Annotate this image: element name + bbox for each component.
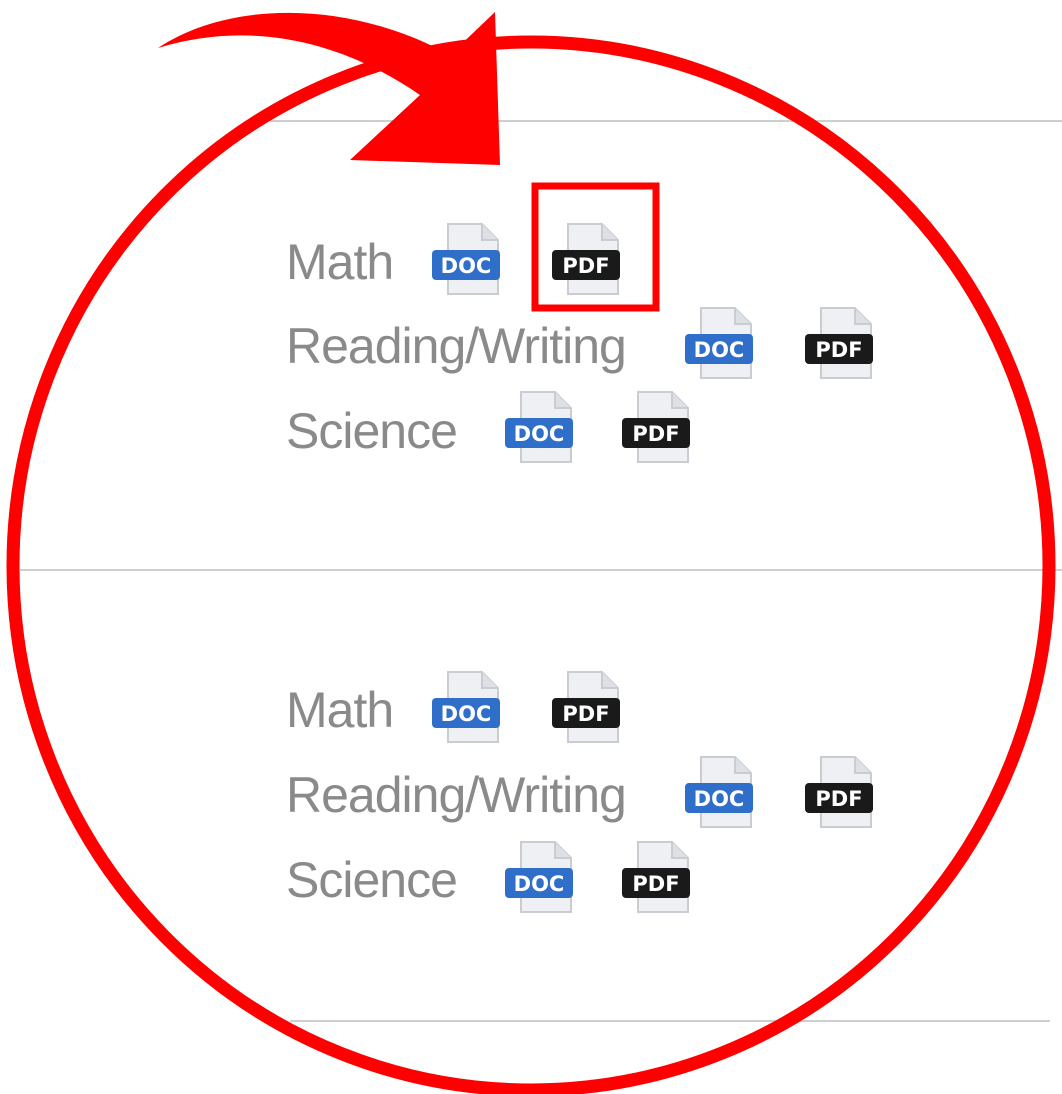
svg-text:DOC: DOC bbox=[514, 872, 565, 896]
svg-text:PDF: PDF bbox=[562, 702, 609, 726]
svg-text:DOC: DOC bbox=[441, 254, 492, 278]
doc-file-icon[interactable]: DOC bbox=[430, 668, 508, 748]
subject-row-math: Math bbox=[286, 670, 394, 750]
doc-file-icon[interactable]: DOC bbox=[683, 753, 761, 833]
svg-text:PDF: PDF bbox=[632, 872, 679, 896]
subject-label: Reading/Writing bbox=[286, 767, 627, 823]
subject-label: Math bbox=[286, 682, 394, 738]
pdf-file-icon[interactable]: PDF bbox=[803, 304, 881, 384]
subject-label: Science bbox=[286, 403, 458, 459]
subject-label: Science bbox=[286, 852, 458, 908]
svg-text:DOC: DOC bbox=[694, 787, 745, 811]
pdf-file-icon[interactable]: PDF bbox=[620, 388, 698, 468]
doc-file-icon[interactable]: DOC bbox=[683, 304, 761, 384]
pdf-file-icon[interactable]: PDF bbox=[620, 838, 698, 918]
subject-row-science: Science bbox=[286, 840, 458, 920]
section-divider bbox=[270, 120, 1062, 122]
svg-text:PDF: PDF bbox=[632, 422, 679, 446]
svg-text:DOC: DOC bbox=[441, 702, 492, 726]
section-divider bbox=[290, 1020, 1050, 1022]
svg-text:DOC: DOC bbox=[514, 422, 565, 446]
svg-text:PDF: PDF bbox=[815, 787, 862, 811]
doc-file-icon[interactable]: DOC bbox=[503, 388, 581, 468]
red-curved-arrow-icon bbox=[158, 12, 500, 165]
pdf-file-icon[interactable]: PDF bbox=[550, 220, 628, 300]
svg-text:PDF: PDF bbox=[562, 254, 609, 278]
red-circle-highlight bbox=[6, 35, 1056, 1094]
svg-text:PDF: PDF bbox=[815, 338, 862, 362]
doc-file-icon[interactable]: DOC bbox=[430, 220, 508, 300]
svg-text:DOC: DOC bbox=[694, 338, 745, 362]
subject-row-reading-writing: Reading/Writing bbox=[286, 755, 627, 835]
pdf-file-icon[interactable]: PDF bbox=[803, 753, 881, 833]
pdf-file-icon[interactable]: PDF bbox=[550, 668, 628, 748]
subject-row-math: Math bbox=[286, 222, 394, 302]
annotation-overlay bbox=[6, 12, 1056, 1094]
doc-file-icon[interactable]: DOC bbox=[503, 838, 581, 918]
subject-row-reading-writing: Reading/Writing bbox=[286, 306, 627, 386]
section-divider bbox=[20, 569, 1062, 571]
subject-label: Math bbox=[286, 234, 394, 290]
subject-row-science: Science bbox=[286, 391, 458, 471]
subject-label: Reading/Writing bbox=[286, 318, 627, 374]
